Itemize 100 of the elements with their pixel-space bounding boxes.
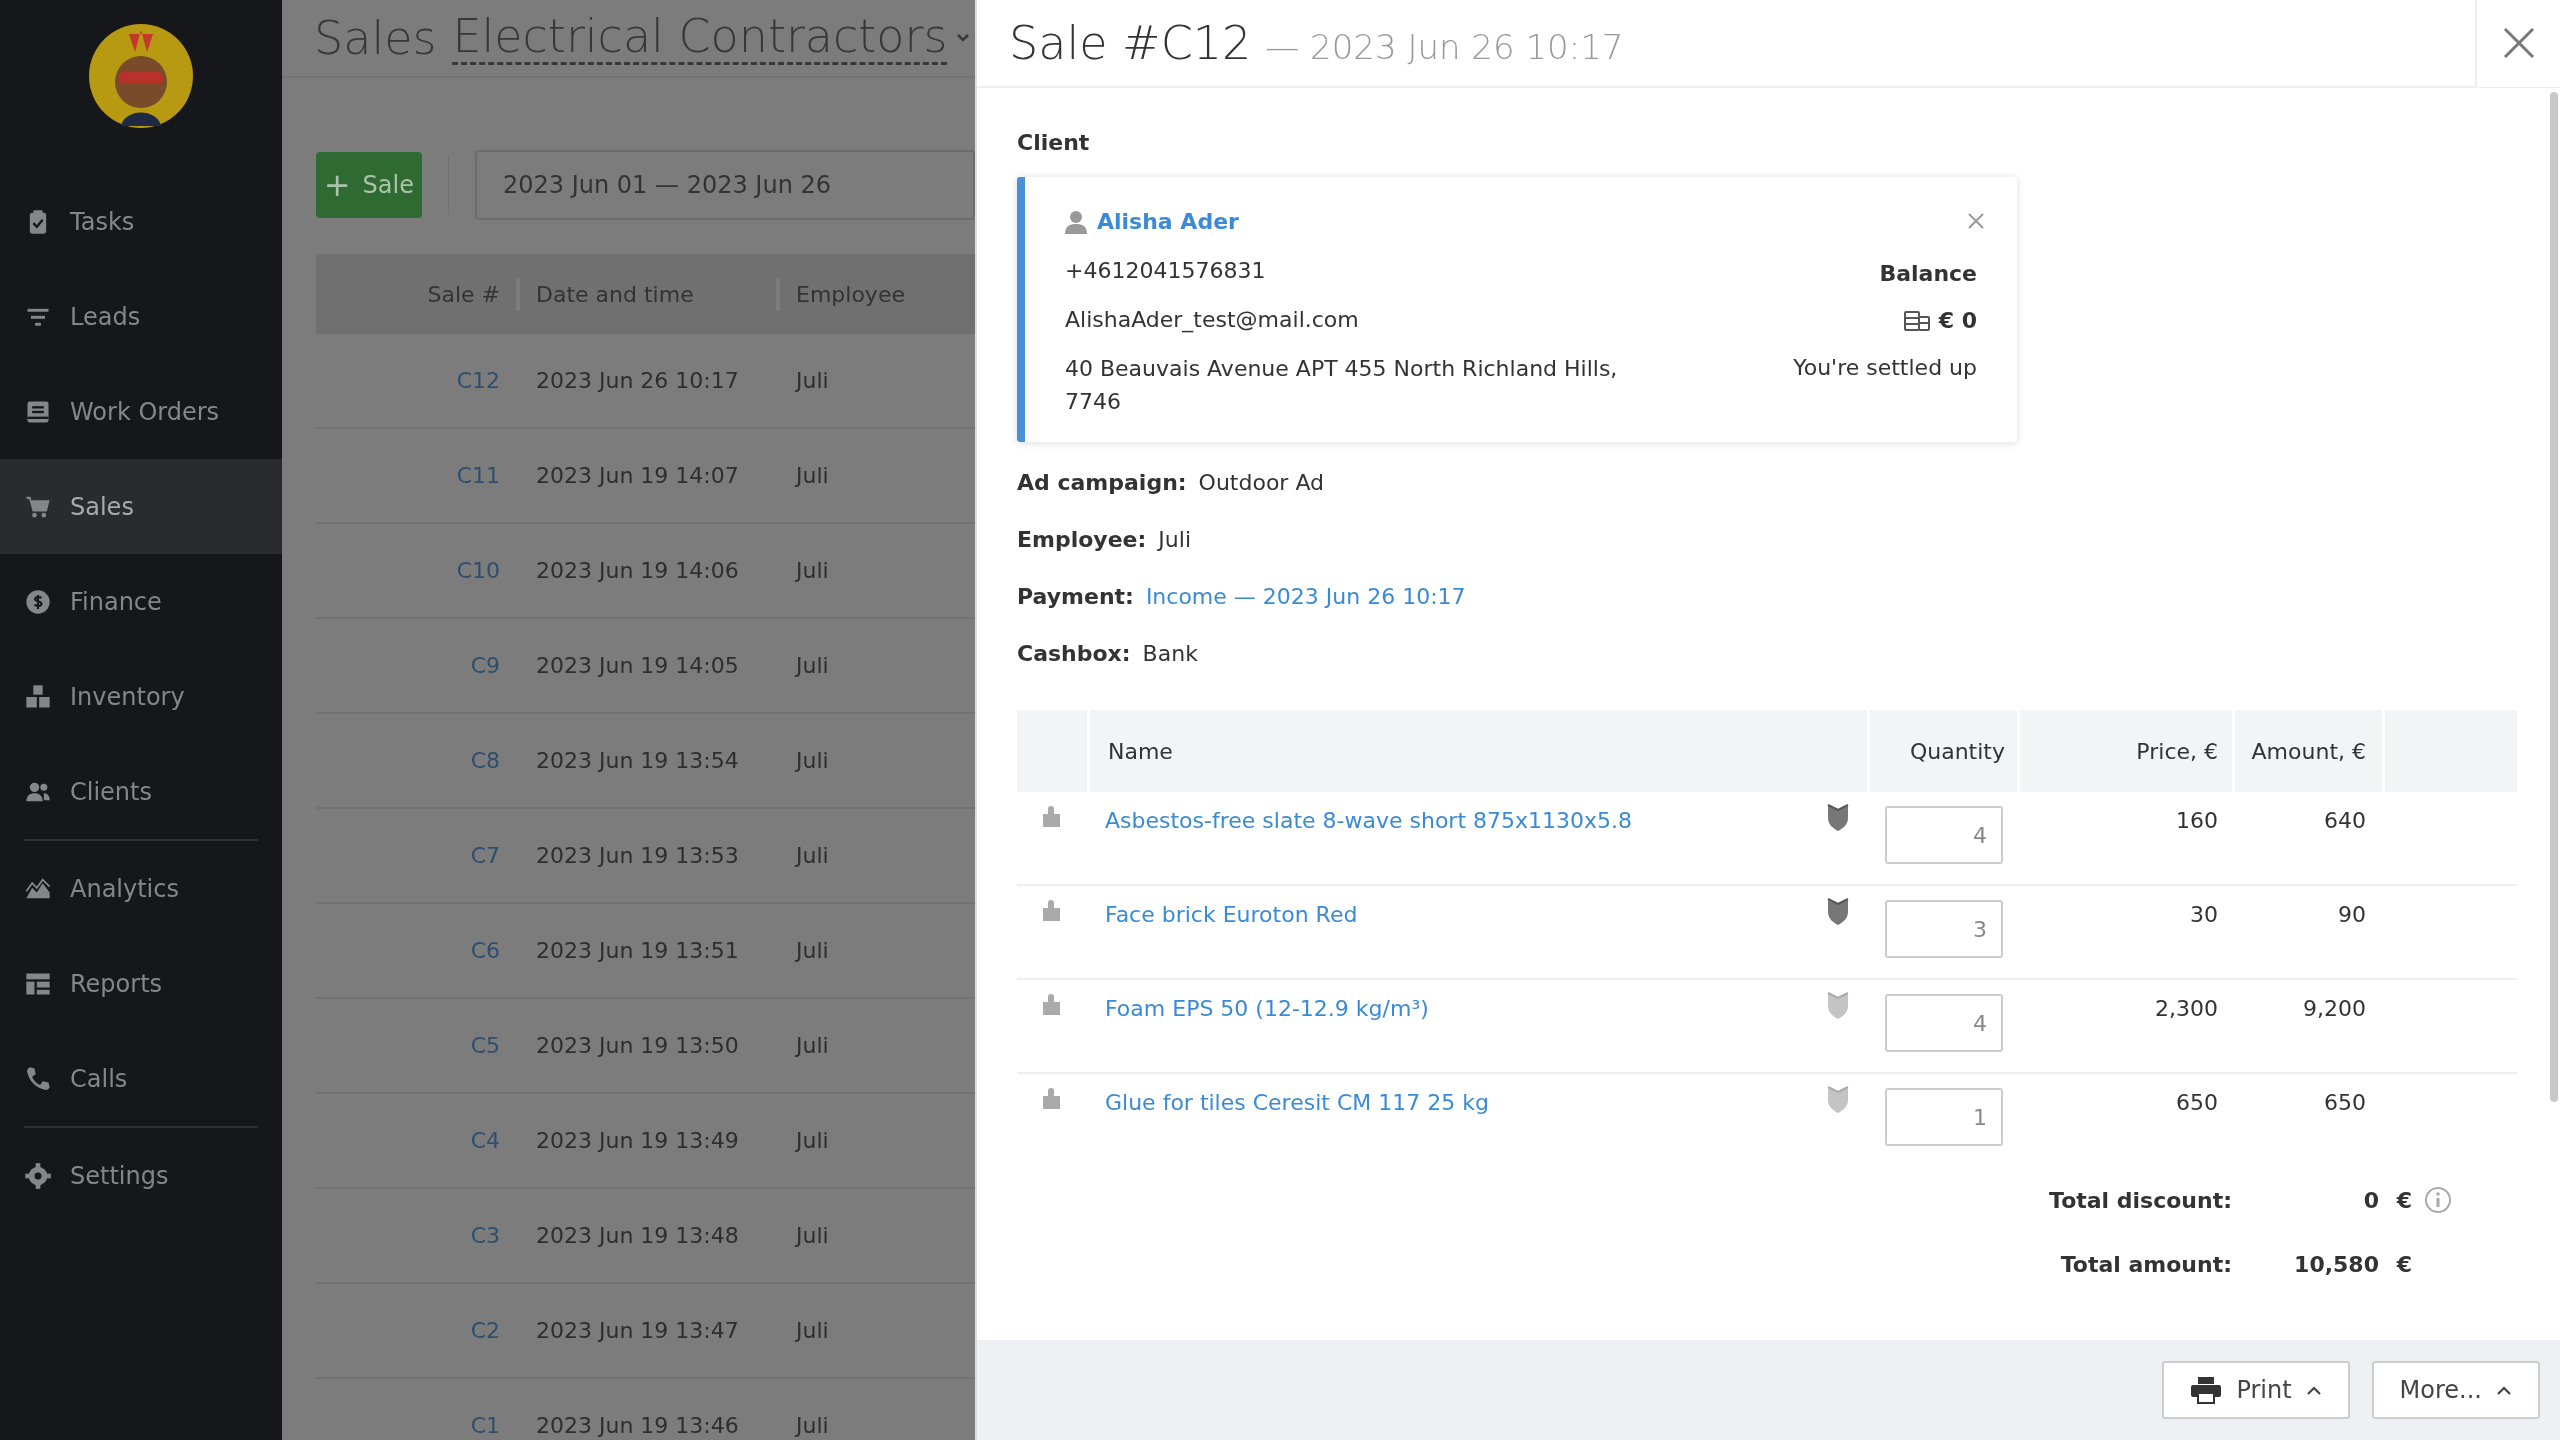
price-cell-text: 650 [2175, 1089, 2219, 1117]
quantity-field[interactable]: 1 [1885, 1088, 2003, 1146]
table-cell-text: Juli [794, 747, 829, 775]
add-sale-button[interactable]: + Sale [316, 152, 422, 218]
amount-cell-text: 640 [2323, 807, 2367, 835]
column-header: Quantity [1867, 710, 2017, 792]
sidebar-item[interactable]: Inventory [0, 649, 282, 744]
table-cell-text: Juli [794, 842, 829, 870]
table-cell-text: 2023 Jun 19 13:48 [535, 1222, 740, 1250]
total-label: Total discount: [2048, 1186, 2232, 1215]
sale-link[interactable]: C2 [316, 1314, 516, 1347]
column-header: Amount, € [2232, 710, 2382, 792]
table-cell-text: 2023 Jun 19 13:47 [535, 1317, 740, 1345]
scrollbar[interactable] [2550, 92, 2558, 1102]
coins-icon [1902, 308, 1931, 333]
balance-amount: € 0 [1938, 307, 1977, 335]
product-link[interactable]: Asbestos-free slate 8-wave short 875x1130x5.8 [1105, 804, 1633, 884]
sidebar-item[interactable]: Calls [0, 1031, 282, 1126]
table-cell-text: Juli [794, 1127, 829, 1155]
currency-label: € [2395, 1250, 2412, 1279]
price-cell-text: 160 [2175, 807, 2219, 835]
sidebar-item[interactable]: Clients [0, 744, 282, 839]
sale-date: — 2023 Jun 26 10:17 [1265, 25, 1624, 69]
close-icon [1967, 212, 1985, 230]
column-header[interactable]: Sale # [316, 277, 516, 311]
company-dropdown[interactable]: Electrical Contractors [452, 11, 972, 65]
balance-label: Balance [1879, 260, 1977, 288]
price-cell-text: 30 [2189, 901, 2219, 929]
table-cell-text: 2023 Jun 19 14:07 [535, 462, 740, 490]
table-cell-text: 2023 Jun 19 13:46 [535, 1412, 740, 1440]
info-icon[interactable] [2424, 1186, 2452, 1214]
field-label: Cashbox: [1017, 640, 1131, 668]
sale-link[interactable]: C3 [316, 1219, 516, 1252]
phone-icon [24, 1064, 52, 1093]
panel-title: Sale #C12 [1009, 14, 1252, 72]
amount-cell-text: 650 [2323, 1089, 2367, 1117]
field-value: Juli [1158, 526, 1191, 554]
sale-link[interactable]: C9 [316, 649, 516, 682]
sidebar-item[interactable]: Tasks [0, 174, 282, 269]
client-email: AlishaAder_test@mail.com [1065, 306, 1360, 335]
table-cell-text: Juli [794, 1032, 829, 1060]
table-cell-text: Juli [794, 1412, 829, 1440]
dollar-coin-icon [24, 587, 52, 616]
page-title: Sales [314, 9, 437, 67]
section-label: Client [1017, 129, 1091, 157]
sale-link[interactable]: C4 [316, 1124, 516, 1157]
product-link[interactable]: Foam EPS 50 (12-12.9 kg/m³) [1105, 992, 1429, 1072]
sidebar-item[interactable]: Settings [0, 1128, 282, 1223]
sidebar-item[interactable]: Sales [0, 459, 282, 554]
amount-cell-text: 9,200 [2302, 995, 2367, 1023]
quantity-field[interactable]: 3 [1885, 900, 2003, 958]
client-name-link[interactable]: Alisha Ader [1065, 205, 1677, 238]
column-header: Name [1087, 710, 1867, 792]
payment-link[interactable]: Income — 2023 Jun 26 10:17 [1145, 580, 1466, 613]
sale-link[interactable]: C8 [316, 744, 516, 777]
more-button[interactable]: More... [2371, 1361, 2540, 1419]
sale-link[interactable]: C12 [316, 364, 516, 397]
sale-link[interactable]: C6 [316, 934, 516, 967]
sidebar-item[interactable]: Finance [0, 554, 282, 649]
sale-link[interactable]: C5 [316, 1029, 516, 1062]
print-button[interactable]: Print [2162, 1361, 2350, 1419]
table-cell-text: Juli [794, 937, 829, 965]
sidebar-item[interactable]: Analytics [0, 841, 282, 936]
gear-icon [24, 1161, 52, 1190]
sale-link[interactable]: C7 [316, 839, 516, 872]
field-value: Bank [1142, 640, 1198, 668]
table-cell-text: Juli [794, 652, 829, 680]
table-cell-text: 2023 Jun 19 13:50 [535, 1032, 740, 1060]
total-label: Total amount: [2059, 1250, 2232, 1279]
table-cell-text: 2023 Jun 19 14:06 [535, 557, 740, 585]
product-link[interactable]: Glue for tiles Ceresit CM 117 25 kg [1105, 1086, 1489, 1168]
boxes-icon [24, 682, 52, 711]
field-label: Employee: [1017, 526, 1147, 554]
table-cell-text: Juli [794, 557, 829, 585]
date-range-field[interactable]: 2023 Jun 01 — 2023 Jun 26 [475, 150, 975, 220]
table-cell-text: Juli [794, 367, 829, 395]
total-value: 10,580 [2293, 1250, 2379, 1279]
column-header[interactable]: Date and time [516, 277, 776, 311]
quantity-field[interactable]: 4 [1885, 806, 2003, 864]
table-cell-text: 2023 Jun 19 14:05 [535, 652, 740, 680]
sidebar-item[interactable]: Reports [0, 936, 282, 1031]
field-label: Ad campaign: [1017, 469, 1187, 497]
table-cell-text: Juli [794, 1317, 829, 1345]
quantity-field[interactable]: 4 [1885, 994, 2003, 1052]
client-phone: +4612041576831 [1065, 257, 1267, 285]
sidebar-item[interactable]: Work Orders [0, 364, 282, 459]
caret-up-icon [2496, 1384, 2512, 1396]
sale-link[interactable]: C1 [316, 1409, 516, 1440]
table-cell-text: 2023 Jun 19 13:53 [535, 842, 740, 870]
balance-note: You're settled up [1793, 354, 1977, 382]
sale-link[interactable]: C10 [316, 554, 516, 587]
table-cell-text: Juli [794, 462, 829, 490]
close-button[interactable] [2475, 0, 2560, 87]
sidebar-item[interactable]: Leads [0, 269, 282, 364]
currency-label: € [2395, 1186, 2412, 1215]
table-cell-text: Juli [794, 1222, 829, 1250]
product-link[interactable]: Face brick Euroton Red [1105, 898, 1358, 978]
table-cell-text: 2023 Jun 19 13:51 [535, 937, 740, 965]
sale-link[interactable]: C11 [316, 459, 516, 492]
column-header[interactable]: Employee [776, 277, 905, 311]
